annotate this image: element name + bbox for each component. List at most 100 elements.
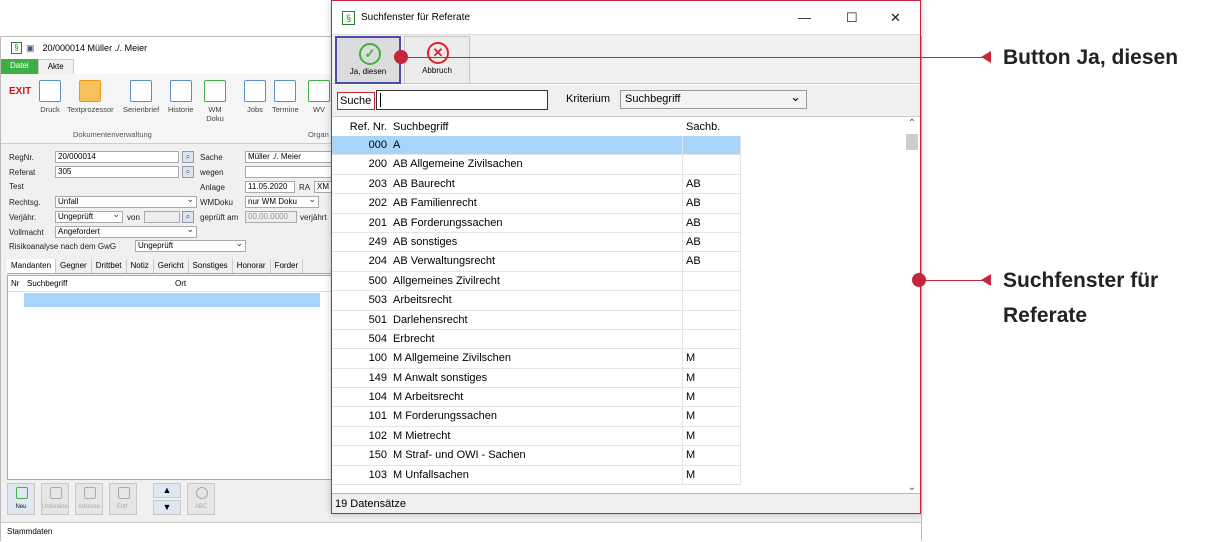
stammdaten-tab[interactable]: Stammdaten [7, 527, 52, 536]
col-sachb[interactable]: Sachb. [683, 121, 741, 133]
verjaehr-label: Verjähr. [9, 213, 37, 222]
kriterium-select[interactable]: Suchbegriff [620, 89, 807, 109]
tab-gericht[interactable]: Gericht [153, 259, 189, 273]
historie-button[interactable]: Historie [168, 80, 193, 114]
folder-icon [169, 80, 192, 102]
ref-nr-cell: 102 [332, 427, 391, 447]
wm-doku-button[interactable]: WM Doku [204, 80, 226, 123]
paragraph-app-icon: § [11, 42, 22, 54]
table-row[interactable]: 503 Arbeitsrecht [332, 291, 904, 311]
vertical-scrollbar[interactable]: ⌃ ⌄ [904, 118, 920, 493]
search-input[interactable] [376, 90, 548, 110]
exit-button[interactable]: EXIT [9, 86, 31, 97]
callout-dot-window [912, 273, 926, 287]
abbruch-button[interactable]: ✕ Abbruch [404, 36, 470, 84]
druck-button[interactable]: Druck [39, 80, 61, 114]
table-row[interactable]: 149 M Anwalt sonstiges M [332, 368, 904, 389]
abc-button[interactable]: ABC [187, 483, 215, 515]
sachb-cell: AB [683, 252, 741, 272]
grid-selected-row[interactable] [24, 293, 320, 307]
table-row[interactable]: 500 Allgemeines Zivilrecht [332, 271, 904, 292]
table-row[interactable]: 150 M Straf- und OWI - Sachen M [332, 446, 904, 466]
table-row[interactable]: 100 M Allgemeine Zivilschen M [332, 349, 904, 369]
table-row[interactable]: 202 AB Familienrecht AB [332, 194, 904, 214]
wmdoku-select[interactable]: nur WM Doku [245, 196, 319, 208]
referat-field[interactable]: 305 [55, 166, 179, 178]
table-row[interactable]: 102 M Mietrecht M [332, 426, 904, 447]
tab-sonstiges[interactable]: Sonstiges [188, 259, 233, 273]
suchbegriff-cell: M Allgemeine Zivilschen [391, 349, 683, 369]
table-row[interactable]: 249 AB sonstiges AB [332, 232, 904, 253]
move-up-button[interactable]: ▲ [153, 483, 181, 498]
wv-label: WV [312, 105, 326, 114]
move-down-button[interactable]: ▼ [153, 500, 181, 515]
cancel-icon: ✕ [427, 42, 449, 64]
tab-mandanten[interactable]: Mandanten [7, 259, 57, 273]
minimize-icon[interactable]: — [798, 10, 811, 25]
close-icon[interactable]: ✕ [890, 10, 901, 26]
termine-button[interactable]: Termine [272, 80, 299, 114]
save-icon[interactable]: ▣ [26, 43, 35, 54]
table-row[interactable]: 200 AB Allgemeine Zivilsachen [332, 155, 904, 175]
ref-nr-cell: 249 [332, 233, 391, 253]
tab-akte[interactable]: Akte [37, 59, 74, 74]
vollmacht-select[interactable]: Angefordert [55, 226, 197, 238]
scroll-thumb[interactable] [906, 134, 918, 150]
serienbrief-button[interactable]: Serienbrief [123, 80, 159, 114]
von-search-icon[interactable]: ⌕ [182, 211, 194, 223]
adresse-button[interactable]: Adresse [75, 483, 103, 515]
wv-button[interactable]: WV [308, 80, 330, 114]
app-title: 20/000014 Müller ./. Meier [42, 43, 148, 53]
callout-arrow-button [981, 51, 991, 63]
suchbegriff-cell: AB sonstiges [391, 232, 683, 253]
table-row[interactable]: 204 AB Verwaltungsrecht AB [332, 252, 904, 272]
kriterium-label: Kriterium [566, 93, 611, 105]
verjaehr-select[interactable]: Ungeprüft [55, 211, 123, 223]
table-row[interactable]: 501 Darlehensrecht [332, 310, 904, 330]
regnr-search-icon[interactable]: ⌕ [182, 151, 194, 163]
wegen-field[interactable] [245, 166, 333, 178]
ref-nr-cell: 503 [332, 291, 391, 311]
tab-drittbet[interactable]: Drittbet [91, 259, 127, 273]
unterakte-button[interactable]: Unterakte [41, 483, 69, 515]
suchbegriff-cell: AB Forderungssachen [391, 213, 683, 233]
rechtsg-select[interactable]: Unfall [55, 196, 197, 208]
tab-notiz[interactable]: Notiz [126, 259, 154, 273]
col-ref-nr[interactable]: Ref. Nr. [332, 121, 391, 133]
sachb-cell: M [683, 368, 741, 389]
ref-nr-cell: 104 [332, 388, 391, 408]
textprozessor-button[interactable]: Textprozessor [67, 80, 114, 114]
table-row[interactable]: 101 M Forderungssachen M [332, 407, 904, 427]
scroll-down-icon[interactable]: ⌄ [904, 482, 920, 493]
table-row[interactable]: 203 AB Baurecht AB [332, 174, 904, 195]
geprueft-field[interactable]: 00.00.0000 [245, 211, 297, 223]
von-field[interactable] [144, 211, 180, 223]
table-row[interactable]: 201 AB Forderungssachen AB [332, 213, 904, 233]
termine-label: Termine [272, 105, 299, 114]
scroll-up-icon[interactable]: ⌃ [904, 118, 920, 129]
table-row[interactable]: 103 M Unfallsachen M [332, 465, 904, 486]
entf-button[interactable]: Entf. [109, 483, 137, 515]
neu-button[interactable]: Neu [7, 483, 35, 515]
ref-nr-cell: 203 [332, 175, 391, 195]
regnr-field[interactable]: 20/000014 [55, 151, 179, 163]
ja-diesen-button[interactable]: ✓ Ja, diesen [335, 36, 401, 84]
table-row[interactable]: 000 A [332, 136, 904, 156]
jobs-button[interactable]: Jobs [244, 80, 266, 114]
tab-forder[interactable]: Forder [270, 259, 304, 273]
sache-field[interactable]: Müller ./. Meier [245, 151, 333, 163]
historie-label: Historie [168, 105, 194, 114]
maximize-icon[interactable]: ☐ [846, 10, 858, 26]
col-suchbegriff[interactable]: Suchbegriff [391, 121, 683, 133]
risiko-select[interactable]: Ungeprüft [135, 240, 246, 252]
table-row[interactable]: 504 Erbrecht [332, 329, 904, 350]
tab-honorar[interactable]: Honorar [232, 259, 271, 273]
table-row[interactable]: 104 M Arbeitsrecht M [332, 388, 904, 408]
tab-gegner[interactable]: Gegner [56, 259, 92, 273]
mandanten-grid[interactable]: Nr Suchbegriff Ort [7, 275, 335, 480]
tab-datei[interactable]: Datei [1, 59, 38, 74]
suchbegriff-cell: AB Familienrecht [391, 194, 683, 214]
suchbegriff-cell: M Unfallsachen [391, 465, 683, 486]
referat-search-icon[interactable]: ⌕ [182, 166, 194, 178]
anlage-field[interactable]: 11.05.2020 [245, 181, 295, 193]
